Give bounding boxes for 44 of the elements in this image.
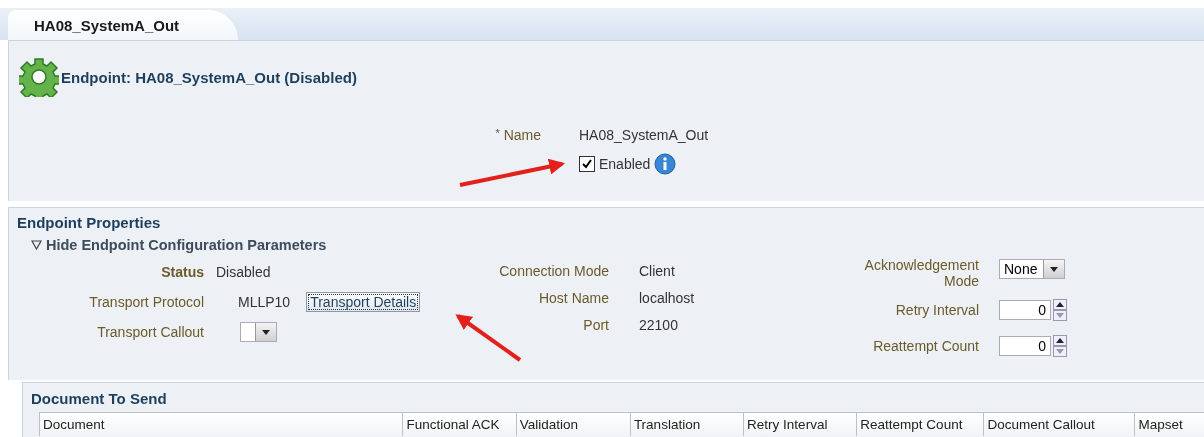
field-label: Transport Callout bbox=[97, 324, 204, 340]
field-value: Client bbox=[639, 262, 675, 279]
field-label: Status bbox=[161, 264, 204, 280]
column-header[interactable]: Reattempt Count bbox=[856, 413, 984, 436]
status-value: Disabled bbox=[216, 264, 271, 280]
dropdown-caret-icon bbox=[262, 329, 270, 335]
endpoint-tab[interactable]: HA08_SystemA_Out bbox=[8, 10, 238, 40]
number-field[interactable]: 0 bbox=[999, 336, 1051, 356]
field-value: localhost bbox=[639, 289, 695, 306]
disclosure-triangle-icon bbox=[31, 240, 42, 250]
callout-select[interactable] bbox=[240, 322, 277, 342]
field-label: Reattempt Count bbox=[873, 338, 979, 354]
gear-icon bbox=[19, 57, 59, 97]
annotation-arrow bbox=[455, 314, 522, 362]
section-title: Document To Send bbox=[30, 389, 168, 407]
enabled-label: Enabled bbox=[599, 156, 651, 172]
number-field[interactable]: 0 bbox=[999, 300, 1051, 320]
field-label: Transport Protocol bbox=[89, 294, 204, 310]
protocol-value: MLLP10 bbox=[238, 294, 291, 310]
field-label: Retry Interval bbox=[895, 302, 979, 318]
spinner-arrows-icon[interactable] bbox=[1053, 299, 1067, 321]
column-header[interactable]: Document Callout bbox=[983, 413, 1135, 436]
column-header[interactable]: Mapset bbox=[1134, 413, 1204, 436]
configuration-toggle[interactable]: Hide Endpoint Configuration Parameters bbox=[9, 231, 327, 253]
name-label: * Name bbox=[495, 127, 541, 143]
column-header[interactable]: Validation bbox=[515, 413, 630, 436]
field-label: Connection Mode bbox=[499, 262, 609, 279]
dropdown-caret-icon bbox=[1050, 266, 1059, 272]
column-header[interactable]: Retry Interval bbox=[743, 413, 857, 436]
spinner-arrows-icon[interactable] bbox=[1053, 335, 1067, 357]
enabled-checkbox[interactable] bbox=[579, 156, 595, 172]
column-header[interactable]: Translation bbox=[629, 413, 744, 436]
section-title: Endpoint Properties bbox=[16, 213, 162, 231]
transport-details-button[interactable]: Transport Details bbox=[306, 292, 421, 312]
field-label: Acknowledgement Mode bbox=[863, 257, 979, 289]
acknowledgement-select[interactable]: None bbox=[999, 259, 1066, 279]
page-title: Endpoint: HA08_SystemA_Out (Disabled) bbox=[61, 68, 357, 86]
column-header[interactable]: Functional ACK bbox=[402, 413, 516, 436]
name-value: HA08_SystemA_Out bbox=[579, 127, 710, 143]
info-icon[interactable] bbox=[654, 153, 677, 175]
field-label: Host Name bbox=[538, 289, 609, 306]
field-value: 22100 bbox=[639, 316, 678, 333]
column-header[interactable]: Document bbox=[39, 413, 403, 436]
field-label: Port bbox=[583, 316, 609, 333]
